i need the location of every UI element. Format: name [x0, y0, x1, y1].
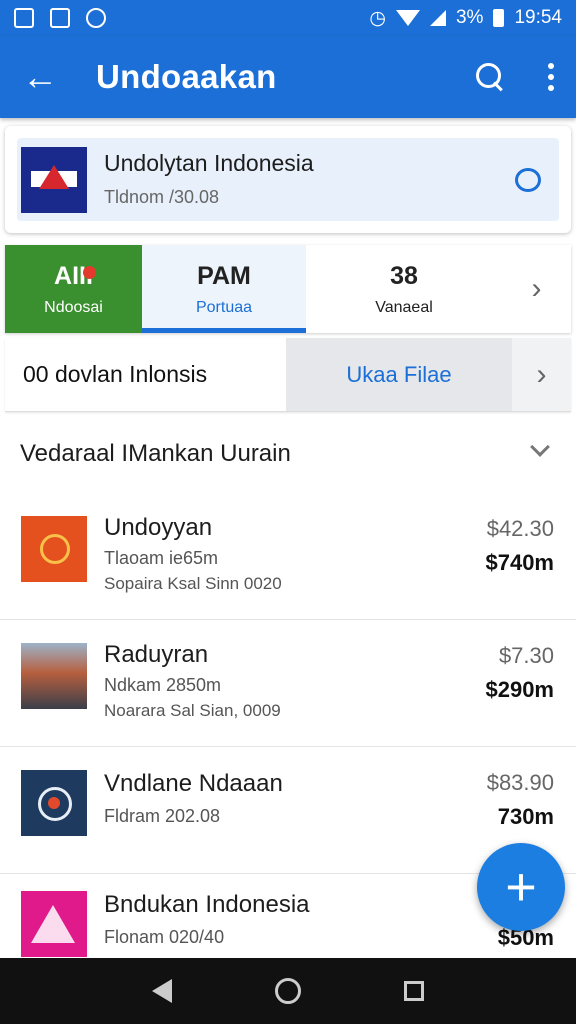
notification-dot: [83, 266, 96, 279]
item-meta: Noarara Sal Sian, 0009: [104, 701, 281, 720]
nav-home-icon[interactable]: [274, 978, 301, 1004]
section-title: Vedaraal IMankan Uurain: [20, 440, 291, 467]
status-bar: ◷ 3% 19:54: [0, 0, 576, 36]
header-card[interactable]: [5, 126, 571, 233]
brand-logo: [21, 147, 87, 213]
header-card-subtitle: Tldnom /30.08: [104, 187, 220, 207]
item-price: $83.90: [486, 770, 554, 795]
item-amount: 730m: [497, 804, 554, 829]
filter-button[interactable]: Ukaa Filae: [286, 338, 512, 411]
item-subtitle: Fldram 202.08: [104, 806, 221, 826]
signal-icon: [429, 10, 446, 26]
item-title: Bndukan Indonesia: [104, 891, 310, 918]
filter-row: 00 dovlan Inlonsis Ukaa Filae ›: [5, 338, 571, 412]
list-item[interactable]: Raduyran Ndkam 2850m Noarara Sal Sian, 0…: [0, 621, 576, 747]
battery-text: 3%: [455, 7, 484, 28]
item-title: Vndlane Ndaaan: [104, 770, 283, 797]
item-subtitle: Flonam 020/40: [104, 927, 225, 947]
wifi-icon: [395, 10, 420, 26]
more-vert-icon[interactable]: [548, 63, 554, 91]
nav-back-icon[interactable]: [151, 979, 172, 1003]
account-icon[interactable]: [515, 168, 541, 192]
tab-3-label: Vanaeal: [375, 298, 433, 316]
app-notification-icon: [86, 8, 106, 28]
nav-recents-icon[interactable]: [404, 981, 425, 1001]
list-item[interactable]: Undoyyan Tlaoam ie65m Sopaira Ksal Sinn …: [0, 494, 576, 620]
item-amount: $740m: [485, 550, 554, 575]
item-thumbnail: [21, 770, 87, 836]
notification-icon: [14, 8, 34, 28]
tab-2[interactable]: PAM Portuaa: [142, 245, 306, 333]
item-title: Undoyyan: [104, 514, 213, 541]
tab-2-label: Portuaa: [195, 298, 253, 316]
item-price: $7.30: [498, 643, 554, 668]
item-thumbnail: [21, 643, 87, 709]
status-time: 19:54: [514, 7, 562, 28]
search-icon[interactable]: [476, 63, 504, 91]
filter-chevron-right-icon[interactable]: ›: [512, 338, 571, 411]
app-title: Undoaakan: [96, 58, 277, 95]
item-subtitle: Tlaoam ie65m: [104, 548, 219, 568]
tabs-chevron-right-icon[interactable]: ›: [502, 245, 571, 333]
battery-icon: [493, 9, 505, 27]
tab-3[interactable]: 38 Vanaeal: [306, 245, 502, 333]
tab-3-value: 38: [390, 261, 418, 290]
alarm-icon: ◷: [369, 7, 386, 29]
system-nav-bar: [0, 958, 576, 1024]
item-thumbnail: [21, 891, 87, 957]
item-thumbnail: [21, 516, 87, 582]
item-price: $42.30: [486, 516, 554, 541]
tab-2-value: PAM: [197, 261, 251, 290]
add-fab-button[interactable]: +: [477, 843, 565, 931]
item-meta: Sopaira Ksal Sinn 0020: [104, 574, 282, 593]
app-bar: ← Undoaakan: [0, 36, 576, 118]
item-amount: $290m: [485, 677, 554, 702]
chevron-down-icon[interactable]: [530, 437, 550, 457]
photo-icon: [50, 8, 70, 28]
header-card-title: Undolytan Indonesia: [104, 150, 314, 176]
tab-1-label: Ndoosai: [44, 298, 103, 316]
category-tabs: AIII Ndoosai PAM Portuaa 38 Vanaeal ›: [5, 245, 571, 333]
tab-1[interactable]: AIII Ndoosai: [5, 245, 142, 333]
filter-label: 00 dovlan Inlonsis: [23, 361, 208, 387]
back-arrow-icon[interactable]: ←: [22, 56, 62, 98]
item-title: Raduyran: [104, 641, 209, 668]
item-subtitle: Ndkam 2850m: [104, 675, 222, 695]
